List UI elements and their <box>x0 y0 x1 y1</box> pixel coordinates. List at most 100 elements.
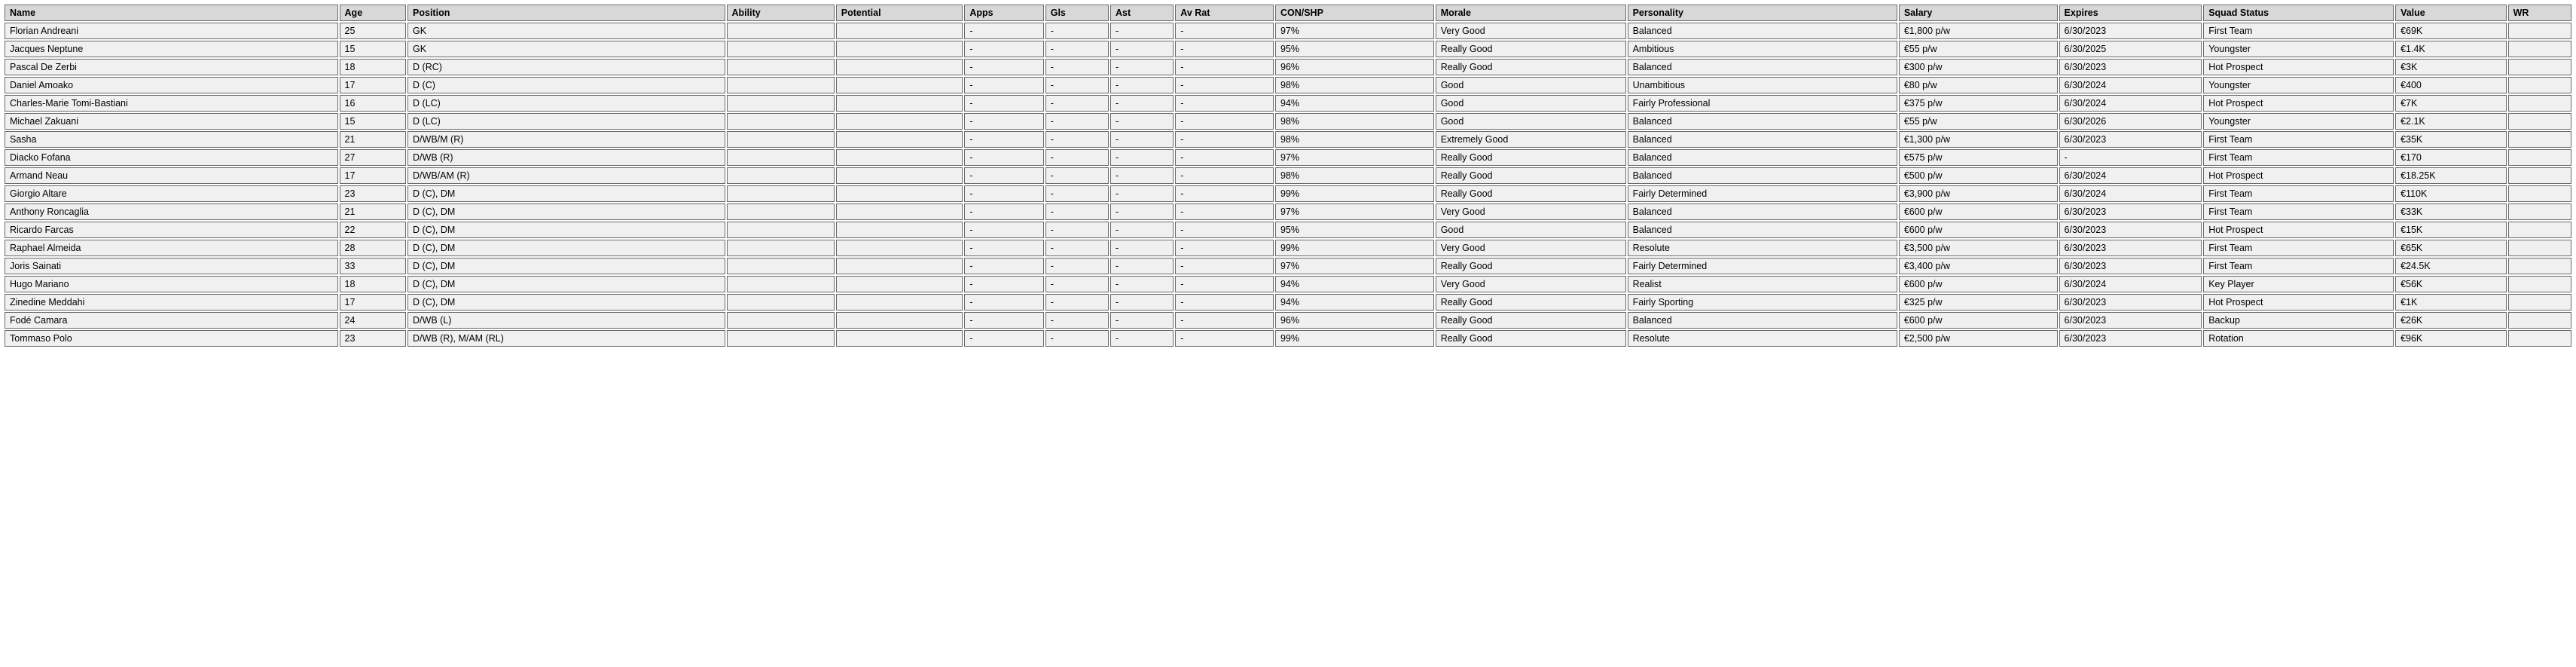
table-row[interactable]: Diacko Fofana27D/WB (R)----97%Really Goo… <box>5 149 2571 166</box>
col-header-age[interactable]: Age <box>340 5 407 21</box>
cell-age: 23 <box>340 185 407 202</box>
table-row[interactable]: Michael Zakuani15D (LC)----98%GoodBalanc… <box>5 113 2571 130</box>
cell-con: 94% <box>1275 294 1434 311</box>
table-row[interactable]: Raphael Almeida28D (C), DM----99%Very Go… <box>5 240 2571 256</box>
col-header-morale[interactable]: Morale <box>1436 5 1626 21</box>
cell-ability <box>727 258 835 274</box>
col-header-personality[interactable]: Personality <box>1628 5 1897 21</box>
cell-personality: Balanced <box>1628 23 1897 39</box>
cell-potential <box>836 77 963 93</box>
cell-squad: First Team <box>2203 23 2394 39</box>
cell-expires: 6/30/2023 <box>2059 23 2202 39</box>
cell-morale: Really Good <box>1436 185 1626 202</box>
cell-avrat: - <box>1175 95 1274 112</box>
table-row[interactable]: Hugo Mariano18D (C), DM----94%Very GoodR… <box>5 276 2571 292</box>
cell-personality: Balanced <box>1628 222 1897 238</box>
table-row[interactable]: Armand Neau17D/WB/AM (R)----98%Really Go… <box>5 167 2571 184</box>
cell-avrat: - <box>1175 23 1274 39</box>
cell-gls: - <box>1045 258 1109 274</box>
cell-salary: €575 p/w <box>1899 149 2058 166</box>
table-row[interactable]: Florian Andreani25GK----97%Very GoodBala… <box>5 23 2571 39</box>
cell-gls: - <box>1045 149 1109 166</box>
cell-position: D (C), DM <box>407 203 725 220</box>
cell-avrat: - <box>1175 294 1274 311</box>
cell-apps: - <box>964 240 1043 256</box>
cell-gls: - <box>1045 167 1109 184</box>
cell-potential <box>836 41 963 57</box>
cell-avrat: - <box>1175 240 1274 256</box>
cell-expires: 6/30/2024 <box>2059 185 2202 202</box>
cell-ast: - <box>1110 258 1174 274</box>
cell-ability <box>727 330 835 347</box>
cell-con: 95% <box>1275 222 1434 238</box>
cell-potential <box>836 330 963 347</box>
cell-age: 22 <box>340 222 407 238</box>
cell-ability <box>727 312 835 329</box>
table-row[interactable]: Fodé Camara24D/WB (L)----96%Really GoodB… <box>5 312 2571 329</box>
cell-age: 27 <box>340 149 407 166</box>
cell-apps: - <box>964 149 1043 166</box>
cell-ast: - <box>1110 23 1174 39</box>
col-header-ast[interactable]: Ast <box>1110 5 1174 21</box>
cell-wr <box>2508 312 2571 329</box>
col-header-position[interactable]: Position <box>407 5 725 21</box>
cell-ability <box>727 185 835 202</box>
table-row[interactable]: Anthony Roncaglia21D (C), DM----97%Very … <box>5 203 2571 220</box>
col-header-salary[interactable]: Salary <box>1899 5 2058 21</box>
cell-ability <box>727 167 835 184</box>
cell-value: €170 <box>2395 149 2507 166</box>
cell-morale: Really Good <box>1436 312 1626 329</box>
table-row[interactable]: Zinedine Meddahi17D (C), DM----94%Really… <box>5 294 2571 311</box>
col-header-con[interactable]: CON/SHP <box>1275 5 1434 21</box>
col-header-apps[interactable]: Apps <box>964 5 1043 21</box>
cell-expires: 6/30/2023 <box>2059 312 2202 329</box>
table-row[interactable]: Ricardo Farcas22D (C), DM----95%GoodBala… <box>5 222 2571 238</box>
cell-squad: First Team <box>2203 258 2394 274</box>
cell-potential <box>836 222 963 238</box>
cell-ability <box>727 23 835 39</box>
cell-salary: €325 p/w <box>1899 294 2058 311</box>
cell-gls: - <box>1045 203 1109 220</box>
cell-squad: First Team <box>2203 185 2394 202</box>
cell-value: €56K <box>2395 276 2507 292</box>
cell-gls: - <box>1045 77 1109 93</box>
cell-salary: €375 p/w <box>1899 95 2058 112</box>
cell-potential <box>836 149 963 166</box>
cell-squad: Hot Prospect <box>2203 167 2394 184</box>
cell-apps: - <box>964 41 1043 57</box>
cell-potential <box>836 258 963 274</box>
col-header-name[interactable]: Name <box>5 5 338 21</box>
cell-ast: - <box>1110 203 1174 220</box>
table-row[interactable]: Daniel Amoako17D (C)----98%GoodUnambitio… <box>5 77 2571 93</box>
cell-wr <box>2508 240 2571 256</box>
col-header-value[interactable]: Value <box>2395 5 2507 21</box>
cell-con: 98% <box>1275 77 1434 93</box>
cell-avrat: - <box>1175 258 1274 274</box>
table-row[interactable]: Tommaso Polo23D/WB (R), M/AM (RL)----99%… <box>5 330 2571 347</box>
table-row[interactable]: Charles-Marie Tomi-Bastiani16D (LC)----9… <box>5 95 2571 112</box>
cell-value: €1K <box>2395 294 2507 311</box>
table-row[interactable]: Giorgio Altare23D (C), DM----99%Really G… <box>5 185 2571 202</box>
cell-apps: - <box>964 77 1043 93</box>
cell-wr <box>2508 203 2571 220</box>
cell-age: 17 <box>340 294 407 311</box>
cell-squad: Hot Prospect <box>2203 95 2394 112</box>
cell-wr <box>2508 95 2571 112</box>
col-header-expires[interactable]: Expires <box>2059 5 2202 21</box>
cell-position: D (C), DM <box>407 222 725 238</box>
cell-name: Charles-Marie Tomi-Bastiani <box>5 95 338 112</box>
cell-personality: Realist <box>1628 276 1897 292</box>
col-header-gls[interactable]: Gls <box>1045 5 1109 21</box>
col-header-avrat[interactable]: Av Rat <box>1175 5 1274 21</box>
table-row[interactable]: Jacques Neptune15GK----95%Really GoodAmb… <box>5 41 2571 57</box>
cell-expires: 6/30/2024 <box>2059 95 2202 112</box>
table-row[interactable]: Pascal De Zerbi18D (RC)----96%Really Goo… <box>5 59 2571 75</box>
col-header-wr[interactable]: WR <box>2508 5 2571 21</box>
col-header-potential[interactable]: Potential <box>836 5 963 21</box>
cell-ast: - <box>1110 312 1174 329</box>
col-header-ability[interactable]: Ability <box>727 5 835 21</box>
table-row[interactable]: Joris Sainati33D (C), DM----97%Really Go… <box>5 258 2571 274</box>
table-row[interactable]: Sasha21D/WB/M (R)----98%Extremely GoodBa… <box>5 131 2571 148</box>
cell-position: D (C), DM <box>407 185 725 202</box>
col-header-squad[interactable]: Squad Status <box>2203 5 2394 21</box>
